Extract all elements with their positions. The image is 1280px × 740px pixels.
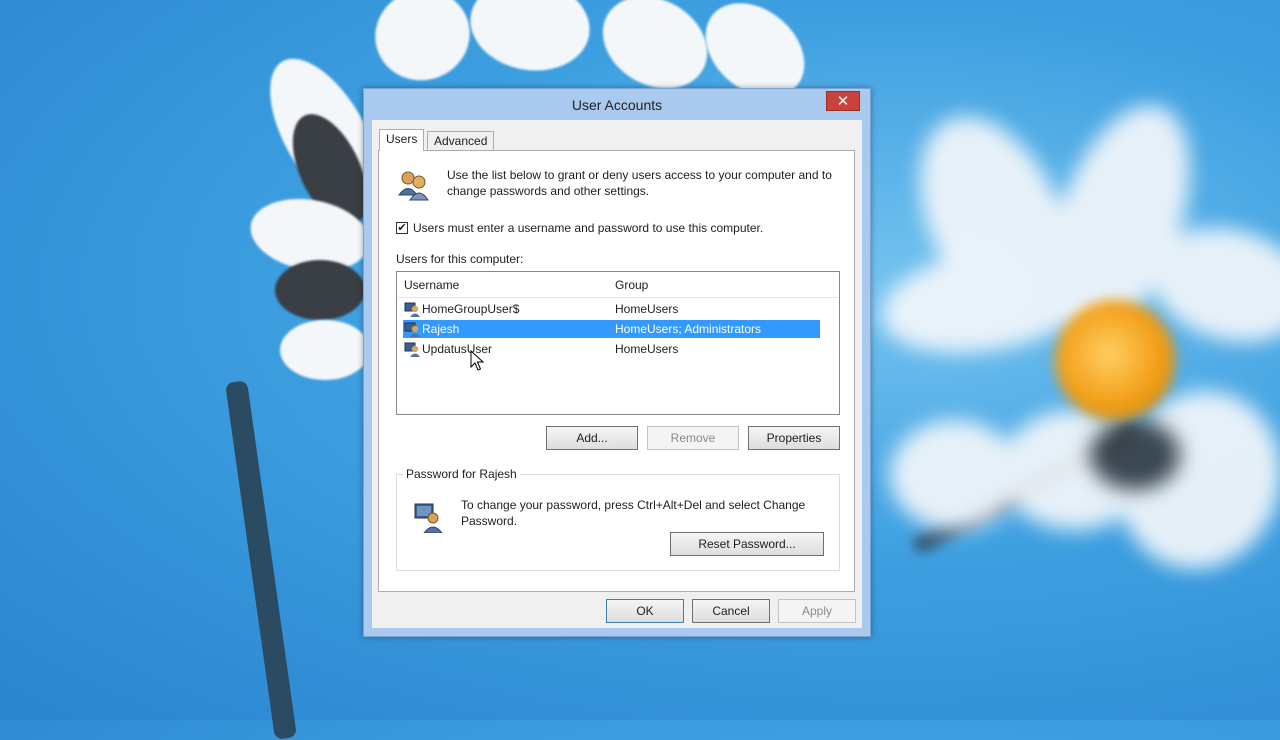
- dialog-client-area: Users Advanced Use the list below to gra…: [372, 120, 862, 628]
- reset-password-button[interactable]: Reset Password...: [670, 532, 824, 556]
- row-group: HomeUsers: [615, 302, 679, 316]
- password-group-title: Password for Rajesh: [403, 467, 520, 481]
- apply-button[interactable]: Apply: [778, 599, 856, 623]
- user-row-homegroupuser[interactable]: HomeGroupUser$ HomeUsers: [403, 300, 820, 318]
- cancel-button[interactable]: Cancel: [692, 599, 770, 623]
- users-list-label: Users for this computer:: [396, 252, 524, 266]
- password-instructions: To change your password, press Ctrl+Alt+…: [461, 498, 806, 528]
- user-key-icon: [414, 503, 443, 533]
- header-divider: [398, 297, 838, 298]
- user-icon: [404, 302, 420, 317]
- require-password-label[interactable]: Users must enter a username and password…: [413, 221, 763, 235]
- users-tab-panel: Use the list below to grant or deny user…: [378, 150, 855, 592]
- tab-users[interactable]: Users: [379, 129, 425, 151]
- add-user-button[interactable]: Add...: [546, 426, 638, 450]
- user-icon: [404, 342, 420, 357]
- intro-text: Use the list below to grant or deny user…: [447, 168, 832, 198]
- ok-button[interactable]: OK: [606, 599, 684, 623]
- row-username: HomeGroupUser$: [422, 302, 520, 316]
- user-icon: [404, 322, 420, 337]
- users-group-icon: [398, 171, 429, 201]
- require-password-checkbox[interactable]: ✔: [396, 222, 408, 234]
- password-groupbox: Password for Rajesh To change your passw…: [396, 467, 840, 571]
- close-button[interactable]: ✕: [826, 91, 860, 111]
- user-accounts-dialog: User Accounts ✕ Users Advanced Use the l…: [363, 88, 871, 637]
- column-header-username[interactable]: Username: [404, 278, 459, 292]
- properties-button[interactable]: Properties: [748, 426, 840, 450]
- title-bar[interactable]: User Accounts ✕: [364, 89, 870, 119]
- user-row-updatususer[interactable]: UpdatusUser HomeUsers: [403, 340, 820, 358]
- row-group: HomeUsers; Administrators: [615, 322, 762, 336]
- window-title: User Accounts: [571, 97, 663, 113]
- tab-advanced[interactable]: Advanced: [427, 131, 495, 150]
- row-username: Rajesh: [422, 322, 460, 336]
- row-group: HomeUsers: [615, 342, 679, 356]
- users-listview[interactable]: Username Group HomeGroupUser$ HomeUsers: [396, 271, 840, 415]
- remove-user-button[interactable]: Remove: [647, 426, 739, 450]
- column-header-group[interactable]: Group: [615, 278, 648, 292]
- user-row-rajesh[interactable]: Rajesh HomeUsers; Administrators: [403, 320, 820, 338]
- mouse-pointer-icon: [470, 350, 484, 371]
